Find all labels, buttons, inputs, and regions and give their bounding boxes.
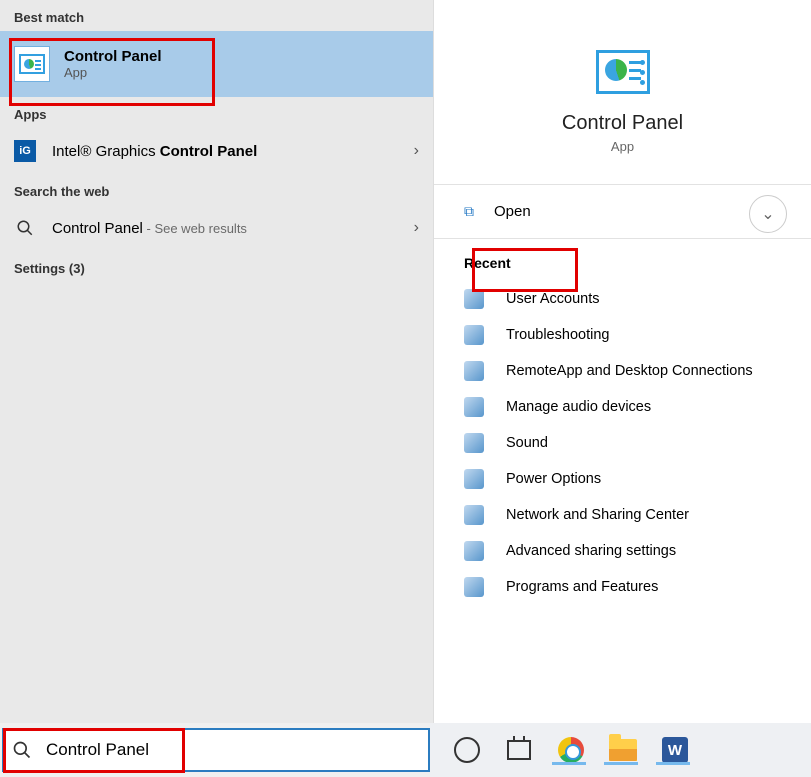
chrome-taskbar-icon[interactable] — [556, 735, 586, 765]
expand-actions-button[interactable]: ⌄ — [749, 195, 787, 233]
cortana-button[interactable] — [452, 735, 482, 765]
result-web-text: Control Panel - See web results — [52, 220, 414, 237]
best-match-title: Control Panel — [64, 48, 162, 65]
result-web-control-panel[interactable]: Control Panel - See web results › — [0, 205, 433, 251]
recent-remoteapp[interactable]: RemoteApp and Desktop Connections — [434, 353, 811, 389]
recent-power-options[interactable]: Power Options — [434, 461, 811, 497]
recent-programs-features[interactable]: Programs and Features — [434, 569, 811, 605]
recent-sound[interactable]: Sound — [434, 425, 811, 461]
recent-label: Sound — [506, 435, 548, 451]
file-explorer-taskbar-icon[interactable] — [608, 735, 638, 765]
task-view-button[interactable] — [504, 735, 534, 765]
chevron-right-icon[interactable]: › — [414, 142, 419, 160]
apps-header: Apps — [0, 97, 433, 128]
open-action[interactable]: ⧉ Open ⌄ — [434, 185, 811, 238]
recent-header: Recent — [434, 239, 811, 281]
sharing-icon — [464, 541, 484, 561]
details-title: Control Panel — [434, 112, 811, 135]
recent-label: Manage audio devices — [506, 399, 651, 415]
result-intel-text: Intel® Graphics Control Panel — [52, 143, 414, 160]
recent-label: Troubleshooting — [506, 327, 609, 343]
sound-icon — [464, 433, 484, 453]
recent-user-accounts[interactable]: User Accounts — [434, 281, 811, 317]
recent-label: Network and Sharing Center — [506, 507, 689, 523]
recent-troubleshooting[interactable]: Troubleshooting — [434, 317, 811, 353]
best-match-subtitle: App — [64, 65, 162, 80]
recent-network-sharing[interactable]: Network and Sharing Center — [434, 497, 811, 533]
network-icon — [464, 505, 484, 525]
search-results-pane: Best match Control Panel App Apps iG Int… — [0, 0, 434, 723]
recent-label: User Accounts — [506, 291, 600, 307]
recent-manage-audio[interactable]: Manage audio devices — [434, 389, 811, 425]
search-web-header: Search the web — [0, 174, 433, 205]
remoteapp-icon — [464, 361, 484, 381]
intel-icon: iG — [14, 140, 36, 162]
open-icon: ⧉ — [464, 203, 474, 220]
search-input[interactable] — [46, 740, 420, 760]
recent-label: RemoteApp and Desktop Connections — [506, 363, 753, 379]
taskbar: W — [0, 723, 811, 777]
recent-advanced-sharing[interactable]: Advanced sharing settings — [434, 533, 811, 569]
taskbar-search-box[interactable] — [2, 728, 430, 772]
power-icon — [464, 469, 484, 489]
programs-icon — [464, 577, 484, 597]
user-accounts-icon — [464, 289, 484, 309]
recent-label: Power Options — [506, 471, 601, 487]
best-match-header: Best match — [0, 0, 433, 31]
open-label: Open — [494, 203, 531, 220]
audio-icon — [464, 397, 484, 417]
troubleshooting-icon — [464, 325, 484, 345]
settings-header[interactable]: Settings (3) — [0, 251, 433, 282]
word-taskbar-icon[interactable]: W — [660, 735, 690, 765]
control-panel-icon — [14, 46, 50, 82]
recent-label: Advanced sharing settings — [506, 543, 676, 559]
details-pane: Control Panel App ⧉ Open ⌄ Recent User A… — [434, 0, 811, 723]
search-icon — [12, 740, 32, 760]
search-icon — [14, 217, 36, 239]
result-intel-graphics[interactable]: iG Intel® Graphics Control Panel › — [0, 128, 433, 174]
chevron-right-icon[interactable]: › — [414, 219, 419, 237]
control-panel-icon-large — [596, 50, 650, 94]
best-match-control-panel[interactable]: Control Panel App — [0, 31, 433, 97]
details-subtitle: App — [434, 139, 811, 154]
recent-label: Programs and Features — [506, 579, 658, 595]
